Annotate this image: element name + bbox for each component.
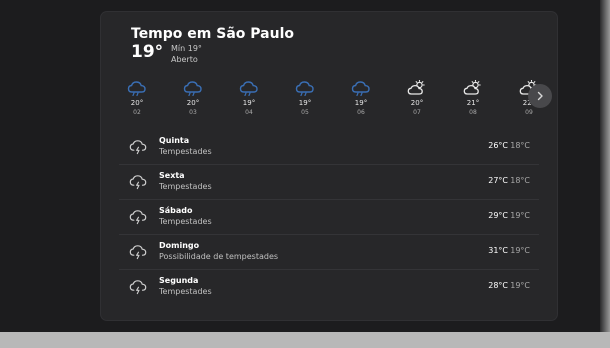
- day-low-temperature: 18°C: [510, 141, 530, 150]
- day-condition: Tempestades: [159, 217, 212, 226]
- day-low-temperature: 19°C: [510, 246, 530, 255]
- current-temperature: 19°: [131, 42, 164, 62]
- thunderstorm-icon: [129, 174, 147, 194]
- hourly-temperature: 19°: [298, 99, 312, 107]
- daily-forecast-row[interactable]: Sexta Tempestades 27°C 18°C: [119, 165, 539, 200]
- day-low-temperature: 18°C: [510, 176, 530, 185]
- day-low-temperature: 19°C: [510, 281, 530, 290]
- current-details: Mín 19° Aberto: [171, 43, 202, 65]
- thunderstorm-icon: [129, 244, 147, 264]
- day-condition: Tempestades: [159, 287, 212, 296]
- hourly-label: 09: [525, 109, 533, 116]
- day-low-temperature: 19°C: [510, 211, 530, 220]
- hourly-label: 04: [245, 109, 253, 116]
- rain-cloud-icon: [173, 80, 213, 96]
- rain-cloud-icon: [117, 80, 157, 96]
- min-temperature: Mín 19°: [171, 44, 202, 53]
- hourly-label: 08: [469, 109, 477, 116]
- partly-sunny-icon: [453, 80, 493, 96]
- day-condition: Tempestades: [159, 182, 212, 191]
- thunderstorm-icon: [129, 139, 147, 159]
- day-condition: Possibilidade de tempestades: [159, 252, 279, 261]
- hourly-item: 19° 06: [341, 80, 381, 116]
- rain-cloud-icon: [229, 80, 269, 96]
- hourly-label: 02: [133, 109, 141, 116]
- hourly-item: 19° 04: [229, 80, 269, 116]
- hourly-item: 20° 02: [117, 80, 157, 116]
- day-high-temperature: 27°C: [488, 176, 508, 185]
- hourly-label: 05: [301, 109, 309, 116]
- hourly-temperature: 19°: [354, 99, 368, 107]
- day-high-temperature: 28°C: [488, 281, 508, 290]
- daily-forecast-row[interactable]: Quinta Tempestades 26°C 18°C: [119, 130, 539, 165]
- hourly-temperature: 20°: [186, 99, 200, 107]
- hourly-forecast: 20° 02 20° 03 19° 04 19° 05 19° 06 20° 07 21° 08 22° 09: [121, 80, 557, 132]
- day-condition: Tempestades: [159, 147, 212, 156]
- hourly-temperature: 20°: [410, 99, 424, 107]
- day-name: Domingo: [159, 241, 200, 250]
- chevron-right-icon: [537, 91, 543, 101]
- thunderstorm-icon: [129, 209, 147, 229]
- current-condition: Aberto: [171, 55, 198, 64]
- daily-forecast: Quinta Tempestades 26°C 18°C Sexta Tempestade…: [119, 130, 539, 304]
- daily-forecast-row[interactable]: Segunda Tempestades 28°C 19°C: [119, 270, 539, 304]
- day-name: Quinta: [159, 136, 190, 145]
- next-hours-button[interactable]: [528, 84, 552, 108]
- hourly-item: 19° 05: [285, 80, 325, 116]
- day-high-temperature: 29°C: [488, 211, 508, 220]
- weather-card[interactable]: Tempo em São Paulo 19° Mín 19° Aberto 20…: [101, 12, 557, 320]
- daily-forecast-row[interactable]: Sábado Tempestades 29°C 19°C: [119, 200, 539, 235]
- hourly-item: 21° 08: [453, 80, 493, 116]
- rain-cloud-icon: [341, 80, 381, 96]
- day-high-temperature: 31°C: [488, 246, 508, 255]
- day-high-temperature: 26°C: [488, 141, 508, 150]
- page-title: Tempo em São Paulo: [131, 26, 294, 42]
- day-name: Segunda: [159, 276, 199, 285]
- monitor-bezel: [0, 332, 610, 348]
- screen-edge: [600, 0, 610, 348]
- hourly-temperature: 19°: [242, 99, 256, 107]
- hourly-temperature: 21°: [466, 99, 480, 107]
- hourly-item: 20° 07: [397, 80, 437, 116]
- hourly-label: 06: [357, 109, 365, 116]
- hourly-temperature: 20°: [130, 99, 144, 107]
- hourly-label: 03: [189, 109, 197, 116]
- day-name: Sexta: [159, 171, 185, 180]
- thunderstorm-icon: [129, 279, 147, 299]
- daily-forecast-row[interactable]: Domingo Possibilidade de tempestades 31°C 1…: [119, 235, 539, 270]
- partly-sunny-icon: [397, 80, 437, 96]
- day-name: Sábado: [159, 206, 193, 215]
- hourly-item: 20° 03: [173, 80, 213, 116]
- hourly-label: 07: [413, 109, 421, 116]
- rain-cloud-icon: [285, 80, 325, 96]
